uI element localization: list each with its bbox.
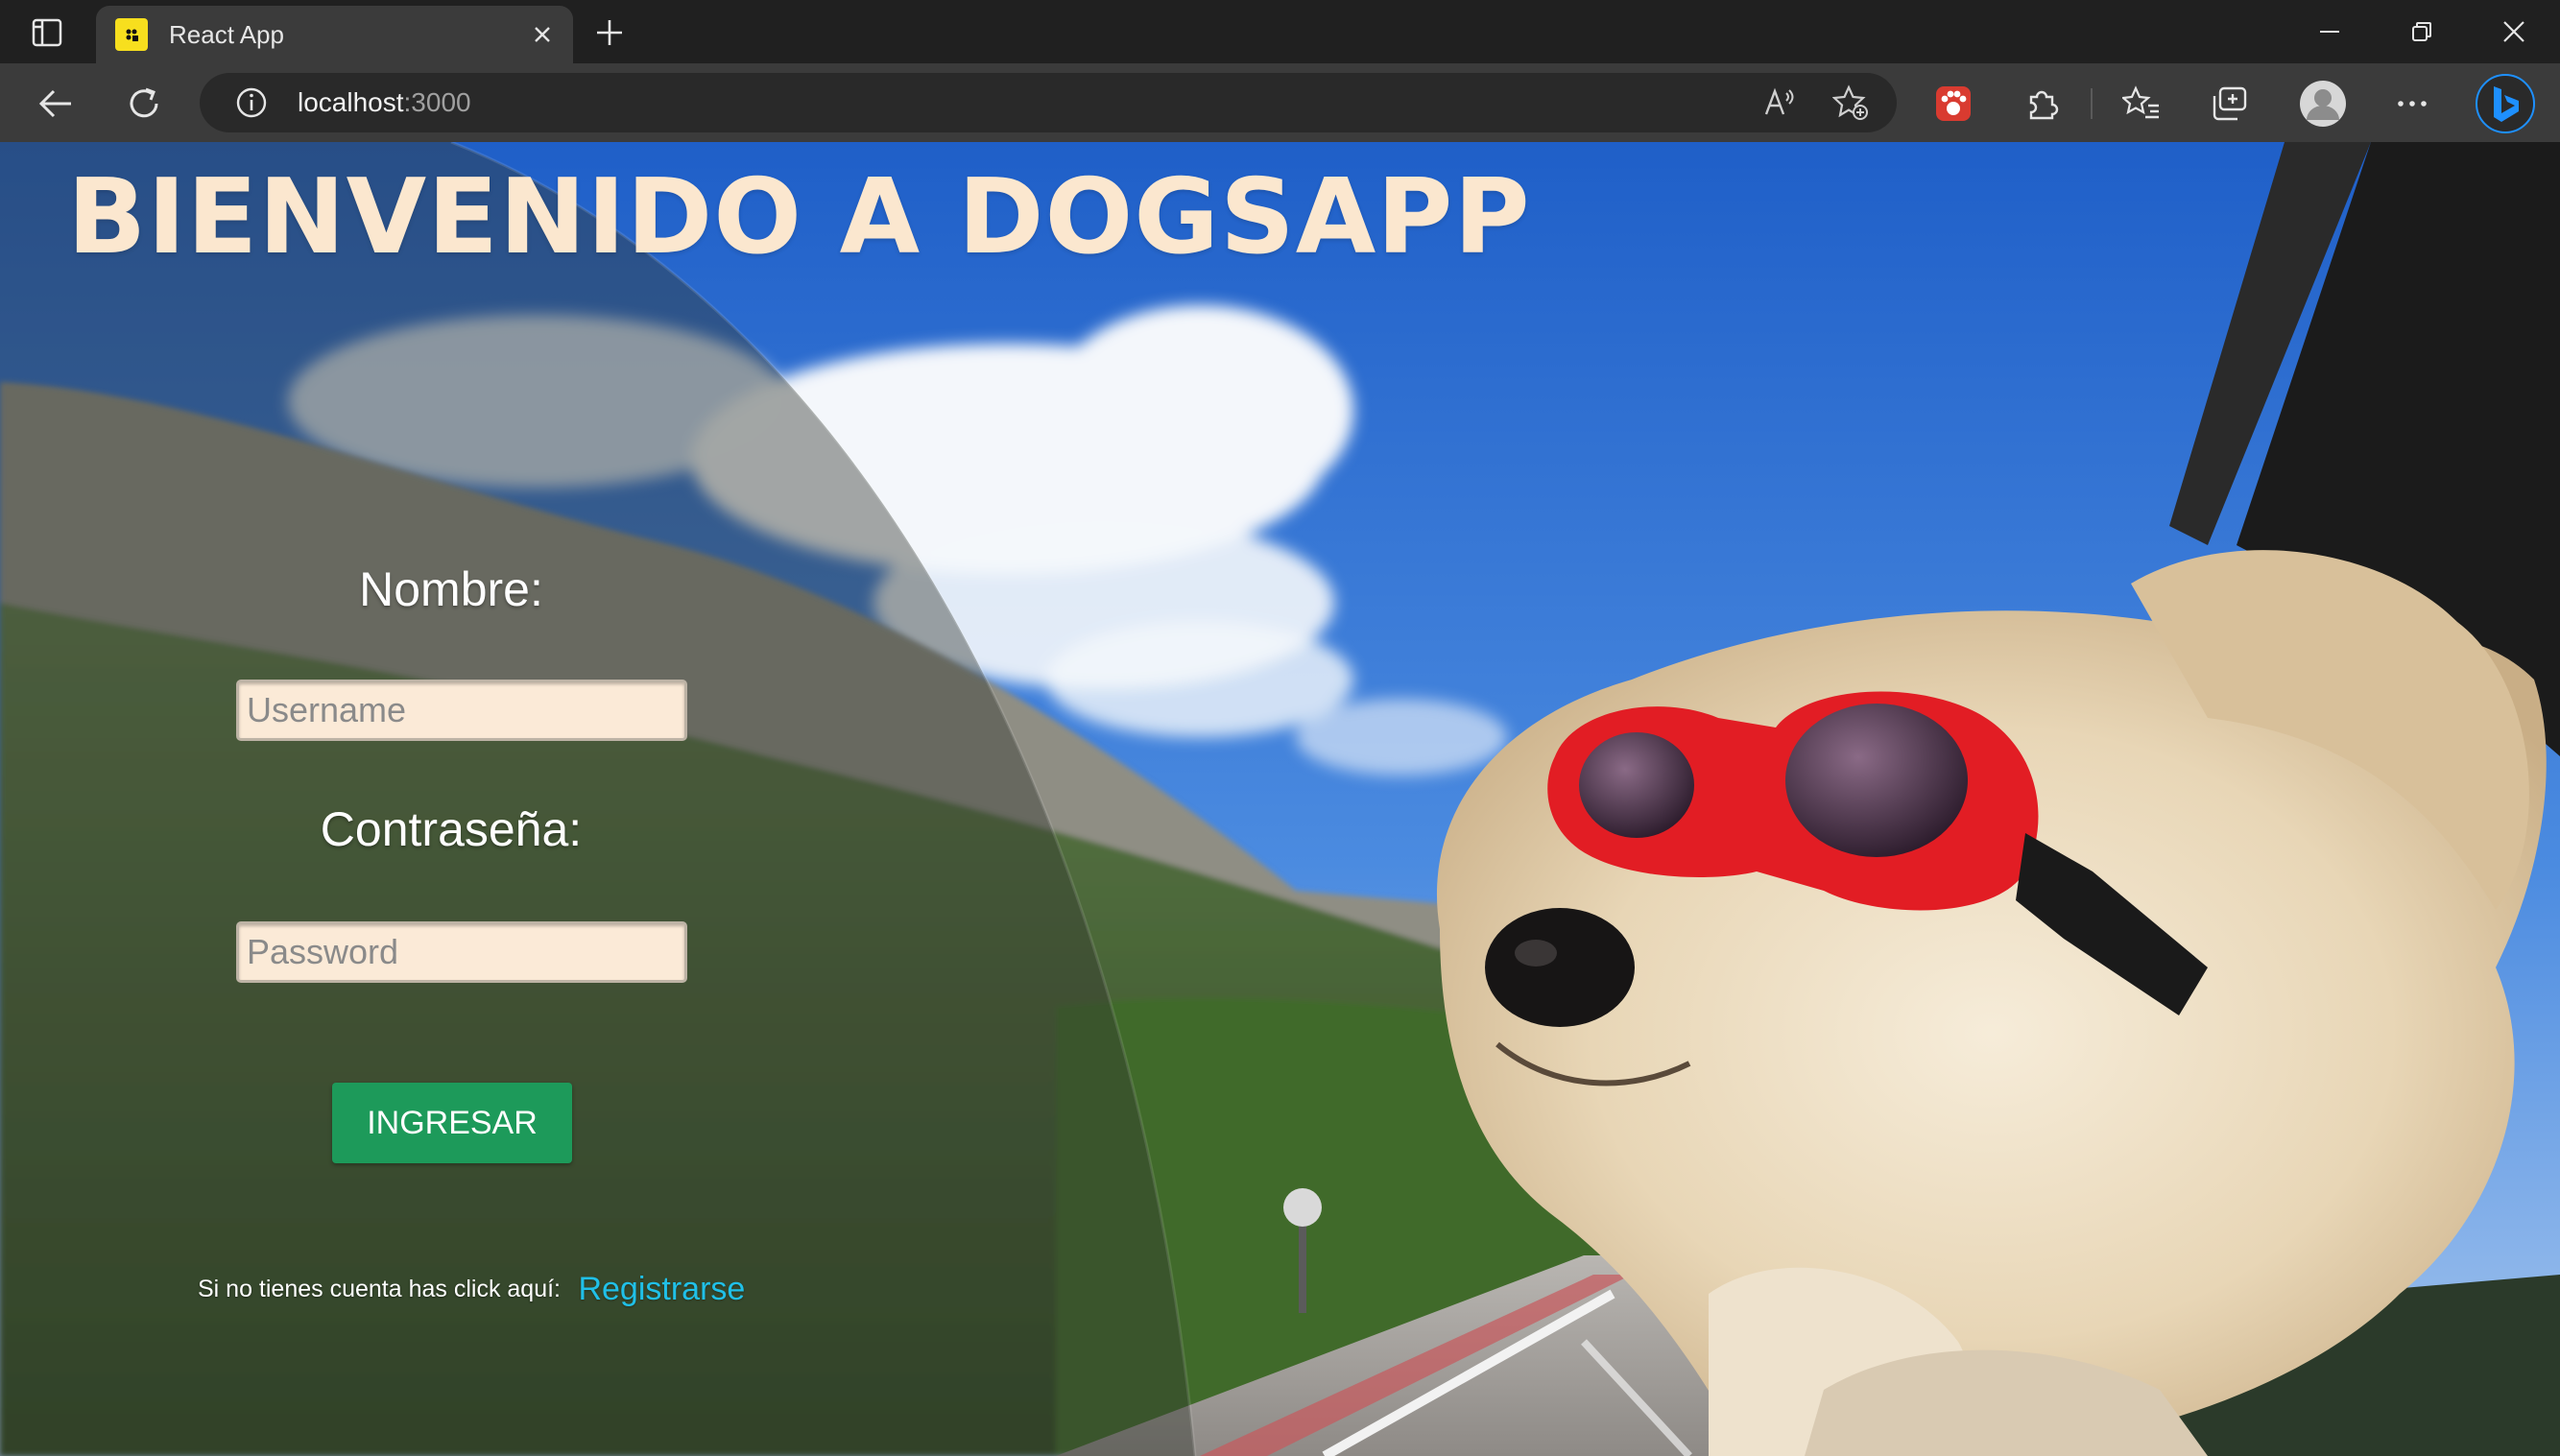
address-url[interactable]: localhost:3000 [298,86,471,119]
tab-actions-icon[interactable] [23,13,71,52]
address-bar[interactable]: localhost:3000 [200,73,1897,132]
signup-row: Si no tienes cuenta has click aquí: Regi… [198,1271,745,1308]
browser-title-bar: React App [0,0,2560,63]
password-input[interactable] [236,921,687,983]
close-window-icon[interactable] [2490,12,2538,52]
browser-toolbar: localhost:3000 [0,63,2560,142]
signup-prompt: Si no tienes cuenta has click aquí: [198,1276,562,1302]
favorites-icon[interactable] [2119,82,2164,126]
login-form: Nombre: Contraseña: INGRESAR Si no tiene… [0,142,1344,1456]
add-favorite-icon[interactable] [1831,84,1870,122]
url-host: localhost [298,87,404,117]
more-options-icon[interactable] [2390,82,2434,126]
page-viewport: BIENVENIDO A DOGSAPP Nombre: Contraseña:… [0,142,2560,1456]
minimize-icon[interactable] [2306,12,2354,52]
tab-title: React App [169,20,284,49]
tab-active[interactable]: React App [96,6,573,63]
react-favicon-icon [115,18,148,51]
collections-icon[interactable] [2208,82,2252,126]
close-tab-icon[interactable] [527,19,558,50]
bing-copilot-icon[interactable] [2475,73,2536,134]
refresh-icon[interactable] [123,83,165,125]
read-aloud-icon[interactable] [1760,84,1799,122]
toolbar-divider [2091,88,2093,119]
restore-icon[interactable] [2398,12,2446,52]
login-submit-button[interactable]: INGRESAR [332,1083,572,1163]
profile-avatar-icon[interactable] [2298,79,2348,129]
register-link[interactable]: Registrarse [578,1271,745,1307]
new-tab-icon[interactable] [590,13,629,52]
back-icon[interactable] [35,83,77,125]
password-label: Contraseña: [320,802,583,856]
username-input[interactable] [236,680,687,741]
extension-paw-icon[interactable] [1931,82,1975,126]
username-label: Nombre: [359,562,543,616]
site-info-icon[interactable] [234,85,269,120]
extensions-icon[interactable] [2020,82,2064,126]
url-port: :3000 [403,87,471,117]
